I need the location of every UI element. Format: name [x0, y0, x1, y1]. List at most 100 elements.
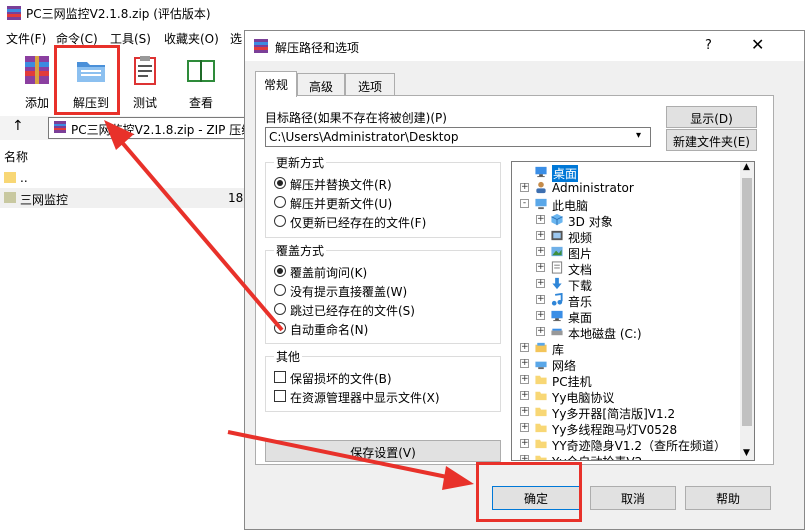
option-label: 保留损坏的文件(B) [290, 372, 392, 386]
scroll-down-icon[interactable]: ▼ [743, 448, 750, 458]
tree-item-label: 图片 [568, 247, 593, 261]
update-mode-group: 更新方式 解压并替换文件(R) 解压并更新文件(U) 仅更新已经存在的文件(F) [265, 154, 501, 238]
file-list-header[interactable]: 名称 [0, 146, 245, 164]
expand-icon[interactable]: + [520, 375, 529, 384]
option-label: 没有提示直接覆盖(W) [290, 285, 408, 299]
download-icon [552, 277, 562, 290]
new-folder-button[interactable]: 新建文件夹(E) [666, 129, 757, 151]
expand-icon[interactable]: + [536, 311, 545, 320]
dialog-title: 解压路径和选项 [275, 41, 360, 55]
cancel-button[interactable]: 取消 [590, 486, 676, 510]
main-title: PC三网监控V2.1.8.zip (评估版本) [26, 7, 211, 21]
expand-icon[interactable]: + [536, 279, 545, 288]
folder-icon [535, 391, 547, 401]
document-icon [551, 261, 563, 274]
view-button[interactable]: 查看 [176, 52, 226, 112]
target-path-input[interactable]: C:\Users\Administrator\Desktop ▾ [265, 127, 651, 147]
dialog-titlebar: 解压路径和选项 ? ✕ [245, 31, 804, 61]
expand-icon[interactable]: + [536, 295, 545, 304]
close-icon[interactable]: ✕ [751, 35, 764, 54]
expand-icon[interactable]: + [520, 407, 529, 416]
address-bar[interactable]: PC三网监控V2.1.8.zip - ZIP 压缩 [48, 117, 260, 139]
test-button[interactable]: 测试 [120, 52, 170, 112]
folder-tree[interactable]: 桌面 + Administrator - 此电脑 +3D 对象 + 视频 + 图片 + 文档 + 下载 + 音… [511, 161, 755, 461]
expand-icon[interactable]: + [520, 455, 529, 460]
chevron-down-icon[interactable]: ▾ [636, 130, 641, 141]
checkbox-icon [274, 390, 286, 402]
option-label: 自动重命名(N) [290, 323, 369, 337]
folder-icon [4, 172, 16, 183]
tree-item-label: 此电脑 [552, 199, 589, 213]
file-row-parent[interactable]: .. [0, 168, 245, 188]
up-arrow-icon[interactable]: ↑ [12, 118, 24, 134]
tab-general[interactable]: 常规 [255, 71, 297, 97]
tree-item-label: 桌面 [568, 311, 593, 325]
tree-item-label: PC挂机 [552, 375, 592, 389]
video-icon [551, 230, 563, 241]
collapse-icon[interactable]: - [520, 199, 529, 208]
folder-icon [4, 192, 16, 203]
expand-icon[interactable]: + [536, 263, 545, 272]
folder-icon [535, 455, 547, 460]
option-label: 跳过已经存在的文件(S) [290, 304, 415, 318]
expand-icon[interactable]: + [520, 343, 529, 352]
extract-dialog: 解压路径和选项 ? ✕ 常规 高级 选项 目标路径(如果不存在将被创建)(P) … [244, 30, 805, 530]
misc-label: 其他 [274, 348, 303, 365]
option-label: 覆盖前询问(K) [290, 266, 368, 280]
tree-item-label: 音乐 [568, 295, 593, 309]
user-icon [536, 181, 546, 194]
menu-favorites[interactable]: 收藏夹(O) [164, 30, 219, 47]
tree-scrollbar[interactable]: ▲ ▼ [740, 162, 754, 460]
add-archive-icon [25, 56, 49, 84]
book-icon [187, 60, 215, 82]
expand-icon[interactable]: + [520, 423, 529, 432]
test-label: 测试 [132, 96, 157, 110]
tab-options[interactable]: 选项 [345, 73, 395, 95]
tree-item-label: Yy全自动抢麦V2 [552, 453, 642, 460]
option-label: 解压并替换文件(R) [290, 178, 392, 192]
radio-on-icon [274, 177, 286, 189]
column-name[interactable]: 名称 [4, 148, 28, 165]
tree-item-label: 视频 [568, 231, 593, 245]
radio-off-icon [274, 284, 286, 296]
computer-icon [535, 198, 547, 210]
tree-item-label: Yy多开器[简洁版]V1.2 [552, 407, 676, 421]
radio-off-icon [274, 303, 286, 315]
file-name: 三网监控 [20, 193, 69, 207]
expand-icon[interactable]: + [536, 327, 545, 336]
tree-item-label: 下载 [568, 279, 593, 293]
folder-icon [535, 439, 547, 449]
expand-icon[interactable]: + [520, 439, 529, 448]
menu-file[interactable]: 文件(F) [6, 30, 46, 47]
scroll-thumb[interactable] [742, 178, 752, 426]
expand-icon[interactable]: + [520, 391, 529, 400]
update-mode-label: 更新方式 [274, 154, 327, 171]
help-button[interactable]: ? [705, 38, 712, 53]
expand-icon[interactable]: + [520, 183, 529, 192]
help-text-button[interactable]: 帮助 [685, 486, 771, 510]
desktop-icon [551, 310, 563, 322]
scroll-up-icon[interactable]: ▲ [743, 162, 750, 172]
winrar-logo-icon [254, 39, 268, 53]
menu-options[interactable]: 选 [230, 30, 242, 47]
expand-icon[interactable]: + [536, 231, 545, 240]
tree-item-label: 3D 对象 [568, 215, 613, 229]
option-label: 解压并更新文件(U) [290, 197, 393, 211]
file-name: .. [20, 171, 28, 185]
overwrite-mode-label: 覆盖方式 [274, 242, 327, 259]
music-icon [551, 293, 563, 306]
show-button[interactable]: 显示(D) [666, 106, 757, 128]
annotation-box-extract [54, 45, 120, 115]
drive-icon [551, 328, 563, 336]
picture-icon [551, 246, 563, 257]
expand-icon[interactable]: + [520, 359, 529, 368]
tab-advanced[interactable]: 高级 [297, 73, 345, 95]
zip-archive-icon [54, 121, 66, 133]
save-settings-button[interactable]: 保存设置(V) [265, 440, 501, 462]
expand-icon[interactable]: + [536, 215, 545, 224]
file-row[interactable]: 三网监控 18, [0, 188, 247, 208]
misc-group: 其他 保留损坏的文件(B) 在资源管理器中显示文件(X) [265, 348, 501, 412]
folder-icon [535, 407, 547, 417]
tree-item-label: 桌面 [552, 165, 579, 182]
expand-icon[interactable]: + [536, 247, 545, 256]
